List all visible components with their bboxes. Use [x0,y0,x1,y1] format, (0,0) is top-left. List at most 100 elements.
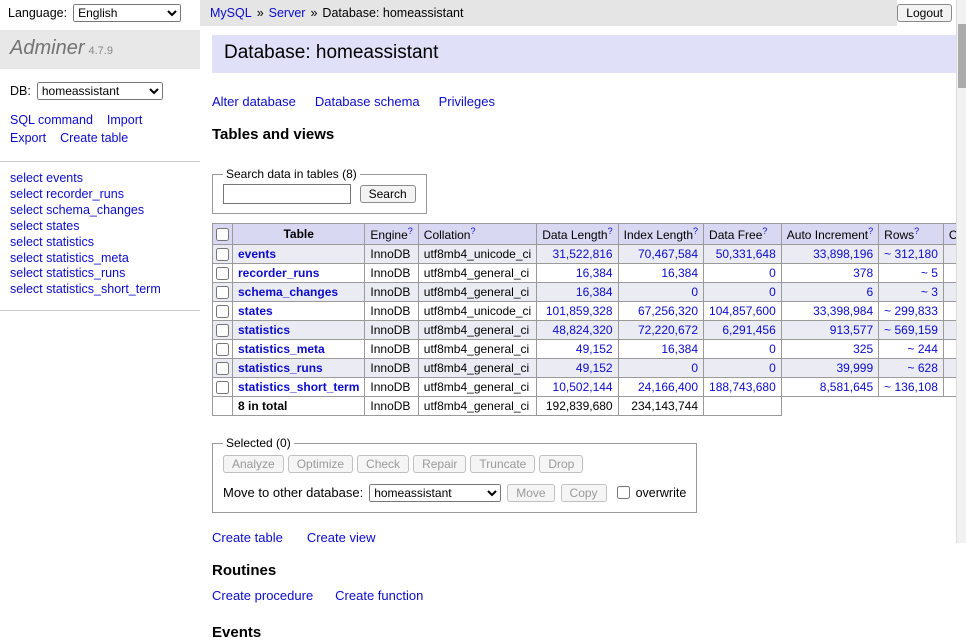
data-length-link[interactable]: 31,522,816 [553,247,613,261]
alter-database-link[interactable]: Alter database [212,94,296,109]
auto-increment-link[interactable]: 6 [866,285,873,299]
row-checkbox[interactable] [216,362,229,375]
table-name-link-schema-changes[interactable]: schema_changes [238,285,338,299]
data-free-link[interactable]: 0 [769,285,776,299]
row-checkbox[interactable] [216,248,229,261]
analyze-button[interactable]: Analyze [223,455,284,473]
row-checkbox[interactable] [216,286,229,299]
index-length-link[interactable]: 16,384 [661,266,698,280]
rows-link[interactable]: ~ 5 [921,266,938,280]
data-free-link[interactable]: 104,857,600 [709,304,776,318]
data-free-link[interactable]: 188,743,680 [709,380,776,394]
row-checkbox[interactable] [216,305,229,318]
help-link[interactable]: ? [762,226,767,236]
search-button[interactable]: Search [360,185,416,203]
row-checkbox[interactable] [216,343,229,356]
table-name-link-statistics-meta[interactable]: statistics_meta [238,342,325,356]
rows-link[interactable]: ~ 244 [908,342,938,356]
rows-link[interactable]: ~ 628 [908,361,938,375]
overwrite-checkbox[interactable] [617,486,630,499]
table-name-link-recorder-runs[interactable]: recorder_runs [238,266,319,280]
help-link[interactable]: ? [914,226,919,236]
data-length-link[interactable]: 16,384 [576,285,613,299]
sidebar-link-sql-command[interactable]: SQL command [10,113,93,127]
rows-link[interactable]: ~ 299,833 [884,304,938,318]
data-length-link[interactable]: 48,824,320 [553,323,613,337]
table-name-link-events[interactable]: events [238,247,276,261]
auto-increment-link[interactable]: 325 [853,342,873,356]
data-free-link[interactable]: 50,331,648 [716,247,776,261]
move-db-select[interactable]: homeassistant [369,484,501,502]
help-link[interactable]: ? [868,226,873,236]
auto-increment-link[interactable]: 33,398,984 [813,304,873,318]
row-checkbox[interactable] [216,267,229,280]
table-name-link-statistics-short-term[interactable]: statistics_short_term [238,380,359,394]
row-checkbox[interactable] [216,324,229,337]
drop-button[interactable]: Drop [539,455,583,473]
breadcrumb-link-server[interactable]: Server [269,6,306,20]
data-length-link[interactable]: 101,859,328 [546,304,613,318]
database-schema-link[interactable]: Database schema [315,94,420,109]
sidebar-select-statistics-short-term-link[interactable]: select statistics_short_term [10,282,190,298]
optimize-button[interactable]: Optimize [288,455,353,473]
sidebar-link-export[interactable]: Export [10,131,46,145]
truncate-button[interactable]: Truncate [470,455,535,473]
rows-link[interactable]: ~ 312,180 [884,247,938,261]
index-length-link[interactable]: 0 [691,361,698,375]
sidebar-link-create-table[interactable]: Create table [60,131,128,145]
sidebar-select-schema-changes-link[interactable]: select schema_changes [10,203,190,219]
sidebar-select-statistics-link[interactable]: select statistics [10,235,190,251]
language-select[interactable]: English [73,4,181,22]
index-length-link[interactable]: 24,166,400 [638,380,698,394]
auto-increment-link[interactable]: 913,577 [830,323,873,337]
copy-button[interactable]: Copy [561,484,607,502]
create-procedure-link[interactable]: Create procedure [212,588,313,603]
move-button[interactable]: Move [507,484,554,502]
db-select[interactable]: homeassistant [37,82,163,100]
sidebar-select-statistics-runs-link[interactable]: select statistics_runs [10,266,190,282]
create-function-link[interactable]: Create function [335,588,423,603]
select-all-checkbox[interactable] [216,228,229,241]
auto-increment-link[interactable]: 33,898,196 [813,247,873,261]
rows-link[interactable]: ~ 569,159 [884,323,938,337]
data-free-link[interactable]: 6,291,456 [722,323,775,337]
vertical-scrollbar[interactable] [956,0,966,543]
data-length-link[interactable]: 16,384 [576,266,613,280]
check-button[interactable]: Check [357,455,409,473]
data-free-link[interactable]: 0 [769,342,776,356]
sidebar-select-recorder-runs-link[interactable]: select recorder_runs [10,187,190,203]
auto-increment-link[interactable]: 39,999 [836,361,873,375]
data-free-link[interactable]: 0 [769,266,776,280]
data-length-link[interactable]: 10,502,144 [553,380,613,394]
table-name-link-states[interactable]: states [238,304,273,318]
help-link[interactable]: ? [608,226,613,236]
index-length-link[interactable]: 72,220,672 [638,323,698,337]
index-length-link[interactable]: 67,256,320 [638,304,698,318]
search-input[interactable] [223,184,351,204]
index-length-link[interactable]: 70,467,584 [638,247,698,261]
data-length-link[interactable]: 49,152 [576,361,613,375]
auto-increment-link[interactable]: 8,581,645 [820,380,873,394]
logout-button[interactable]: Logout [897,4,952,22]
rows-link[interactable]: ~ 3 [921,285,938,299]
table-name-link-statistics-runs[interactable]: statistics_runs [238,361,323,375]
sidebar-select-statistics-meta-link[interactable]: select statistics_meta [10,251,190,267]
data-length-link[interactable]: 49,152 [576,342,613,356]
sidebar-select-events-link[interactable]: select events [10,171,190,187]
table-name-link-statistics[interactable]: statistics [238,323,290,337]
auto-increment-link[interactable]: 378 [853,266,873,280]
help-link[interactable]: ? [470,226,475,236]
data-free-link[interactable]: 0 [769,361,776,375]
row-checkbox[interactable] [216,381,229,394]
repair-button[interactable]: Repair [413,455,466,473]
sidebar-link-import[interactable]: Import [107,113,142,127]
breadcrumb-link-mysql[interactable]: MySQL [210,6,252,20]
index-length-link[interactable]: 16,384 [661,342,698,356]
scrollbar-thumb[interactable] [958,24,966,88]
help-link[interactable]: ? [693,226,698,236]
rows-link[interactable]: ~ 136,108 [884,380,938,394]
index-length-link[interactable]: 0 [691,285,698,299]
sidebar-select-states-link[interactable]: select states [10,219,190,235]
help-link[interactable]: ? [408,226,413,236]
privileges-link[interactable]: Privileges [439,94,495,109]
